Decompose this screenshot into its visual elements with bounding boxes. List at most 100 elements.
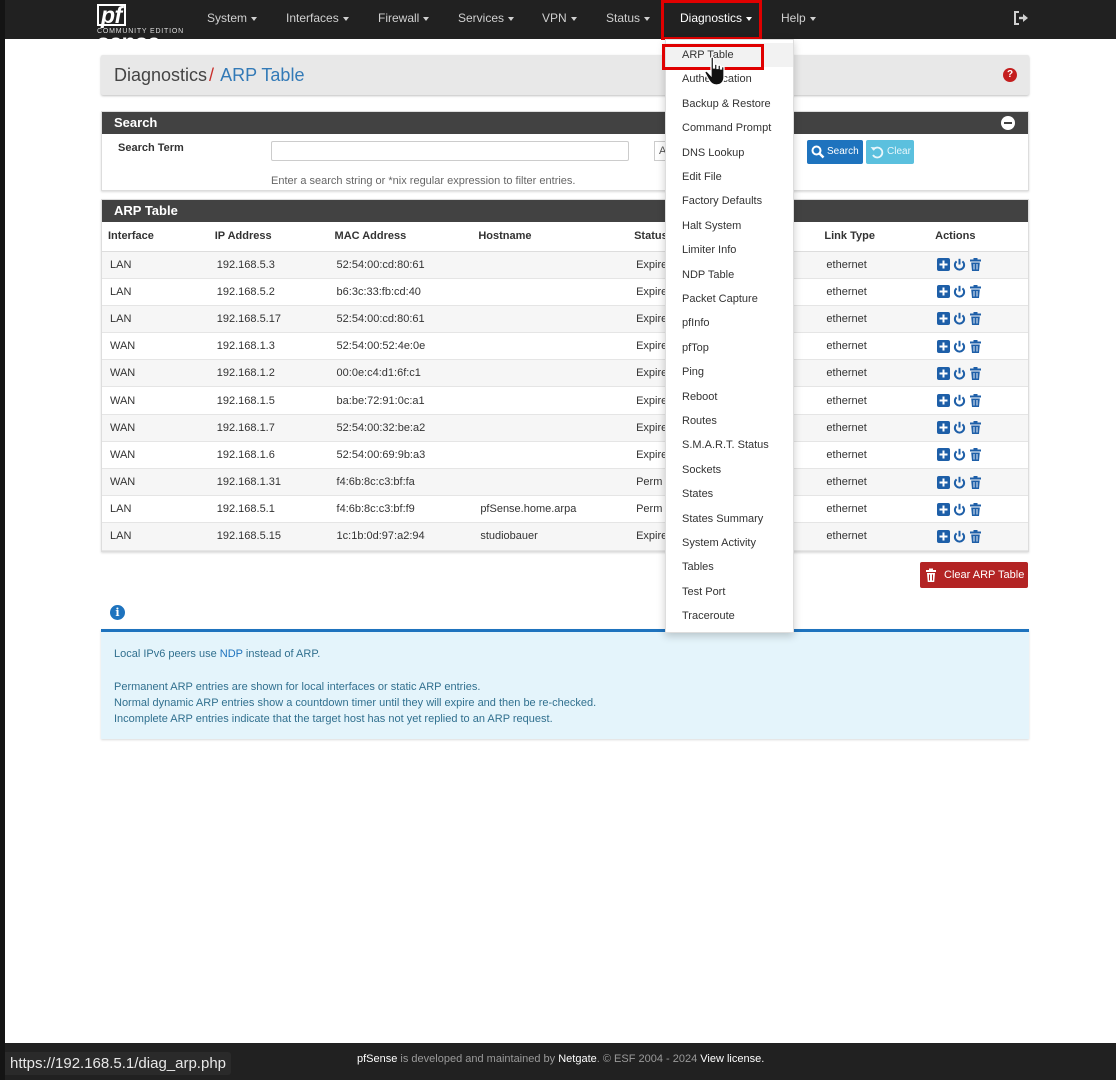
- undo-icon: [870, 146, 884, 159]
- clear-arp-table-button[interactable]: Clear ARP Table: [920, 562, 1028, 588]
- cell-actions: [929, 305, 1028, 334]
- delete-trash-icon[interactable]: [969, 339, 982, 353]
- delete-trash-icon[interactable]: [969, 258, 982, 272]
- cell-link-type: ethernet: [818, 441, 930, 470]
- nav-services[interactable]: Services: [458, 0, 515, 39]
- logout-icon[interactable]: [1013, 10, 1029, 26]
- dropdown-item-command-prompt[interactable]: Command Prompt: [666, 116, 793, 140]
- wake-on-lan-power-icon[interactable]: [953, 367, 966, 380]
- add-static-mapping-icon[interactable]: [937, 421, 951, 435]
- delete-trash-icon[interactable]: [969, 394, 982, 408]
- help-icon[interactable]: ?: [1003, 68, 1017, 82]
- nav-help[interactable]: Help: [781, 0, 816, 39]
- column-header[interactable]: Interface: [102, 222, 209, 252]
- wake-on-lan-power-icon[interactable]: [953, 340, 966, 353]
- delete-trash-icon[interactable]: [969, 312, 982, 326]
- dropdown-item-tables[interactable]: Tables: [666, 555, 793, 579]
- dropdown-item-authentication[interactable]: Authentication: [666, 67, 793, 91]
- delete-trash-icon[interactable]: [969, 448, 982, 462]
- search-button[interactable]: Search: [807, 140, 863, 164]
- cell-interface: LAN: [102, 305, 209, 334]
- footer-license-link[interactable]: View license.: [700, 1053, 764, 1065]
- dropdown-item-system-activity[interactable]: System Activity: [666, 531, 793, 555]
- column-header[interactable]: IP Address: [208, 222, 329, 252]
- nav-vpn[interactable]: VPN: [542, 0, 577, 39]
- nav-status[interactable]: Status: [606, 0, 651, 39]
- footer-brand-link[interactable]: pfSense: [357, 1053, 397, 1065]
- search-input[interactable]: [271, 141, 629, 161]
- wake-on-lan-power-icon[interactable]: [953, 258, 966, 271]
- cell-link-type: ethernet: [818, 305, 930, 334]
- column-header[interactable]: Hostname: [472, 222, 629, 252]
- dropdown-item-ping[interactable]: Ping: [666, 360, 793, 384]
- dropdown-item-test-port[interactable]: Test Port: [666, 580, 793, 604]
- add-static-mapping-icon[interactable]: [937, 448, 951, 462]
- cell-link-type: ethernet: [818, 386, 930, 415]
- dropdown-item-traceroute[interactable]: Traceroute: [666, 604, 793, 628]
- delete-trash-icon[interactable]: [969, 421, 982, 435]
- wake-on-lan-power-icon[interactable]: [953, 312, 966, 325]
- info-line-permanent: Permanent ARP entries are shown for loca…: [114, 681, 481, 693]
- pfsense-logo[interactable]: pfsense COMMUNITY EDITION: [97, 2, 187, 55]
- collapse-minus-icon[interactable]: [1001, 116, 1015, 130]
- cell-link-type: ethernet: [818, 332, 930, 361]
- dropdown-item-ndp-table[interactable]: NDP Table: [666, 263, 793, 287]
- column-header[interactable]: Link Type: [818, 222, 930, 252]
- trash-icon: [926, 568, 936, 582]
- dropdown-item-edit-file[interactable]: Edit File: [666, 165, 793, 189]
- dropdown-item-pfinfo[interactable]: pfInfo: [666, 311, 793, 335]
- wake-on-lan-power-icon[interactable]: [953, 285, 966, 298]
- search-help-text: Enter a search string or *nix regular ex…: [271, 175, 576, 187]
- cell-link-type: ethernet: [818, 251, 930, 279]
- dropdown-item-backup-restore[interactable]: Backup & Restore: [666, 92, 793, 116]
- cell-interface: LAN: [102, 278, 209, 306]
- dropdown-item-sockets[interactable]: Sockets: [666, 458, 793, 482]
- dropdown-item-halt-system[interactable]: Halt System: [666, 214, 793, 238]
- wake-on-lan-power-icon[interactable]: [953, 503, 966, 516]
- add-static-mapping-icon[interactable]: [937, 366, 951, 380]
- cell-ip-address: 192.168.5.3: [208, 251, 329, 279]
- dropdown-item-dns-lookup[interactable]: DNS Lookup: [666, 141, 793, 165]
- dropdown-item-reboot[interactable]: Reboot: [666, 385, 793, 409]
- nav-interfaces[interactable]: Interfaces: [286, 0, 349, 39]
- logo-edition: COMMUNITY EDITION: [97, 28, 184, 35]
- cell-interface: WAN: [102, 386, 209, 415]
- delete-trash-icon[interactable]: [969, 502, 982, 516]
- footer-netgate-link[interactable]: Netgate: [558, 1053, 597, 1065]
- nav-system[interactable]: System: [207, 0, 258, 39]
- delete-trash-icon[interactable]: [969, 529, 982, 543]
- add-static-mapping-icon[interactable]: [937, 258, 951, 272]
- wake-on-lan-power-icon[interactable]: [953, 394, 966, 407]
- dropdown-item-pftop[interactable]: pfTop: [666, 336, 793, 360]
- dropdown-item-packet-capture[interactable]: Packet Capture: [666, 287, 793, 311]
- dropdown-item-routes[interactable]: Routes: [666, 409, 793, 433]
- cell-mac-address: f4:6b:8c:c3:bf:fa: [328, 468, 473, 497]
- breadcrumb-current[interactable]: ARP Table: [220, 65, 304, 85]
- clear-search-button[interactable]: Clear: [866, 140, 914, 164]
- add-static-mapping-icon[interactable]: [937, 285, 951, 299]
- dropdown-item-states[interactable]: States: [666, 482, 793, 506]
- wake-on-lan-power-icon[interactable]: [953, 476, 966, 489]
- search-panel-header: Search: [102, 112, 1028, 134]
- cell-mac-address: 1c:1b:0d:97:a2:94: [328, 522, 473, 551]
- ndp-link[interactable]: NDP: [220, 648, 243, 660]
- column-header[interactable]: MAC Address: [328, 222, 473, 252]
- delete-trash-icon[interactable]: [969, 366, 982, 380]
- wake-on-lan-power-icon[interactable]: [953, 530, 966, 543]
- nav-firewall[interactable]: Firewall: [378, 0, 430, 39]
- wake-on-lan-power-icon[interactable]: [953, 421, 966, 434]
- dropdown-item-s-m-a-r-t-status[interactable]: S.M.A.R.T. Status: [666, 433, 793, 457]
- add-static-mapping-icon[interactable]: [937, 502, 951, 516]
- wake-on-lan-power-icon[interactable]: [953, 448, 966, 461]
- add-static-mapping-icon[interactable]: [937, 475, 951, 489]
- add-static-mapping-icon[interactable]: [937, 529, 951, 543]
- delete-trash-icon[interactable]: [969, 285, 982, 299]
- dropdown-item-limiter-info[interactable]: Limiter Info: [666, 238, 793, 262]
- cell-actions: [929, 495, 1028, 524]
- delete-trash-icon[interactable]: [969, 475, 982, 489]
- dropdown-item-states-summary[interactable]: States Summary: [666, 507, 793, 531]
- add-static-mapping-icon[interactable]: [937, 339, 951, 353]
- dropdown-item-factory-defaults[interactable]: Factory Defaults: [666, 189, 793, 213]
- add-static-mapping-icon[interactable]: [937, 394, 951, 408]
- add-static-mapping-icon[interactable]: [937, 312, 951, 326]
